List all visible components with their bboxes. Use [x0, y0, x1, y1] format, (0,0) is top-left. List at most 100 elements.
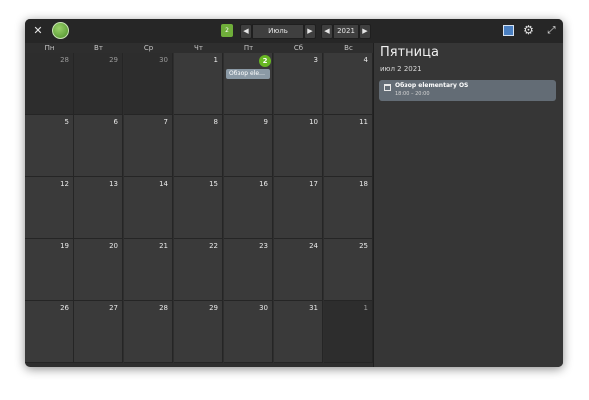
day-number: 20: [109, 242, 118, 250]
day-cell[interactable]: 29: [174, 301, 223, 363]
day-number: 17: [309, 180, 318, 188]
day-number: 12: [60, 180, 69, 188]
weekday-header: Пт: [243, 44, 254, 52]
day-number: 30: [259, 304, 268, 312]
day-number: 31: [309, 304, 318, 312]
day-number: 28: [159, 304, 168, 312]
day-number: 21: [159, 242, 168, 250]
day-cell[interactable]: 16: [224, 177, 273, 239]
day-number: 1: [363, 304, 368, 312]
weekday-header: Чт: [194, 44, 203, 52]
day-number: 29: [109, 56, 118, 64]
day-cell[interactable]: 21: [124, 239, 173, 301]
day-cell[interactable]: 17: [274, 177, 323, 239]
day-cell[interactable]: 8: [174, 115, 223, 177]
agenda-event-card[interactable]: Обзор elementary OS 18:00 – 20:00: [379, 80, 556, 101]
day-number: 3: [313, 56, 318, 64]
month-prev-button[interactable]: ◀: [240, 24, 252, 39]
weekday-header: Вс: [344, 44, 353, 52]
settings-gear-icon[interactable]: ⚙: [522, 24, 535, 37]
day-number: 26: [60, 304, 69, 312]
day-number: 30: [159, 56, 168, 64]
month-label: Июль: [252, 24, 304, 39]
agenda-panel: Пятница июл 2 2021 Обзор elementary OS 1…: [373, 43, 563, 367]
day-cell[interactable]: 26: [25, 301, 74, 363]
day-cell[interactable]: 22: [174, 239, 223, 301]
day-number: 6: [113, 118, 118, 126]
weekday-header: Сб: [293, 44, 304, 52]
day-cell[interactable]: 9: [224, 115, 273, 177]
day-cell[interactable]: 18: [324, 177, 373, 239]
day-cell[interactable]: 31: [274, 301, 323, 363]
today-date-badge: 2: [259, 55, 271, 67]
add-event-icon[interactable]: [503, 25, 514, 36]
day-cell[interactable]: 23: [224, 239, 273, 301]
close-icon[interactable]: ✕: [31, 24, 45, 38]
event-chip[interactable]: Обзор ele…: [226, 69, 270, 79]
weekday-header: Вт: [94, 44, 103, 52]
day-cell[interactable]: 29: [74, 53, 123, 115]
day-number: 22: [209, 242, 218, 250]
weekday-header: Ср: [143, 44, 154, 52]
day-cell-today[interactable]: 2 Обзор ele…: [224, 53, 273, 115]
day-number: 1: [213, 56, 218, 64]
day-cell[interactable]: 19: [25, 239, 74, 301]
day-number: 5: [64, 118, 69, 126]
day-cell[interactable]: 30: [124, 53, 173, 115]
day-cell[interactable]: 20: [74, 239, 123, 301]
day-cell[interactable]: 3: [274, 53, 323, 115]
day-cell[interactable]: 28: [25, 53, 74, 115]
day-number: 7: [163, 118, 168, 126]
day-cell[interactable]: 6: [74, 115, 123, 177]
day-number: 4: [363, 56, 368, 64]
weekday-header: Пн: [44, 44, 55, 52]
day-cell[interactable]: 28: [124, 301, 173, 363]
day-number: 24: [309, 242, 318, 250]
year-prev-button[interactable]: ◀: [321, 24, 333, 39]
day-cell[interactable]: 7: [124, 115, 173, 177]
selected-date: июл 2 2021: [380, 65, 422, 73]
day-cell[interactable]: 30: [224, 301, 273, 363]
header-bar: ✕ 2 ◀ Июль ▶ ◀ 2021 ▶ ⚙ ⤢: [25, 19, 563, 43]
event-title: Обзор elementary OS: [395, 82, 469, 89]
day-cell[interactable]: 11: [324, 115, 373, 177]
day-number: 8: [213, 118, 218, 126]
day-number: 10: [309, 118, 318, 126]
day-number: 16: [259, 180, 268, 188]
day-cell[interactable]: 4: [324, 53, 373, 115]
month-next-button[interactable]: ▶: [304, 24, 316, 39]
day-number: 13: [109, 180, 118, 188]
day-cell[interactable]: 5: [25, 115, 74, 177]
day-number: 23: [259, 242, 268, 250]
day-number: 15: [209, 180, 218, 188]
calendar-event-icon: [384, 84, 391, 91]
year-label: 2021: [333, 24, 359, 39]
day-number: 27: [109, 304, 118, 312]
selected-day-name: Пятница: [380, 45, 439, 60]
day-cell[interactable]: 10: [274, 115, 323, 177]
today-button[interactable]: 2: [221, 24, 233, 37]
day-cell[interactable]: 15: [174, 177, 223, 239]
day-number: 9: [263, 118, 268, 126]
day-cell[interactable]: 27: [74, 301, 123, 363]
day-number: 29: [209, 304, 218, 312]
year-next-button[interactable]: ▶: [359, 24, 371, 39]
event-time: 18:00 – 20:00: [395, 91, 430, 97]
day-cell[interactable]: 12: [25, 177, 74, 239]
day-number: 11: [359, 118, 368, 126]
day-number: 28: [60, 56, 69, 64]
today-badge-number: 2: [225, 27, 229, 34]
day-cell[interactable]: 1: [174, 53, 223, 115]
day-number: 25: [359, 242, 368, 250]
calendar-app-logo: [52, 22, 69, 39]
day-cell[interactable]: 14: [124, 177, 173, 239]
fullscreen-icon[interactable]: ⤢: [545, 24, 558, 37]
day-number: 18: [359, 180, 368, 188]
day-cell[interactable]: 13: [74, 177, 123, 239]
month-grid: Пн Вт Ср Чт Пт Сб Вс 28 29 30 1 2 Обзор …: [25, 43, 373, 367]
day-cell[interactable]: 24: [274, 239, 323, 301]
day-number: 19: [60, 242, 69, 250]
calendar-window: ✕ 2 ◀ Июль ▶ ◀ 2021 ▶ ⚙ ⤢ Пн Вт Ср Чт Пт…: [25, 19, 563, 367]
day-cell[interactable]: 1: [324, 301, 373, 363]
day-cell[interactable]: 25: [324, 239, 373, 301]
